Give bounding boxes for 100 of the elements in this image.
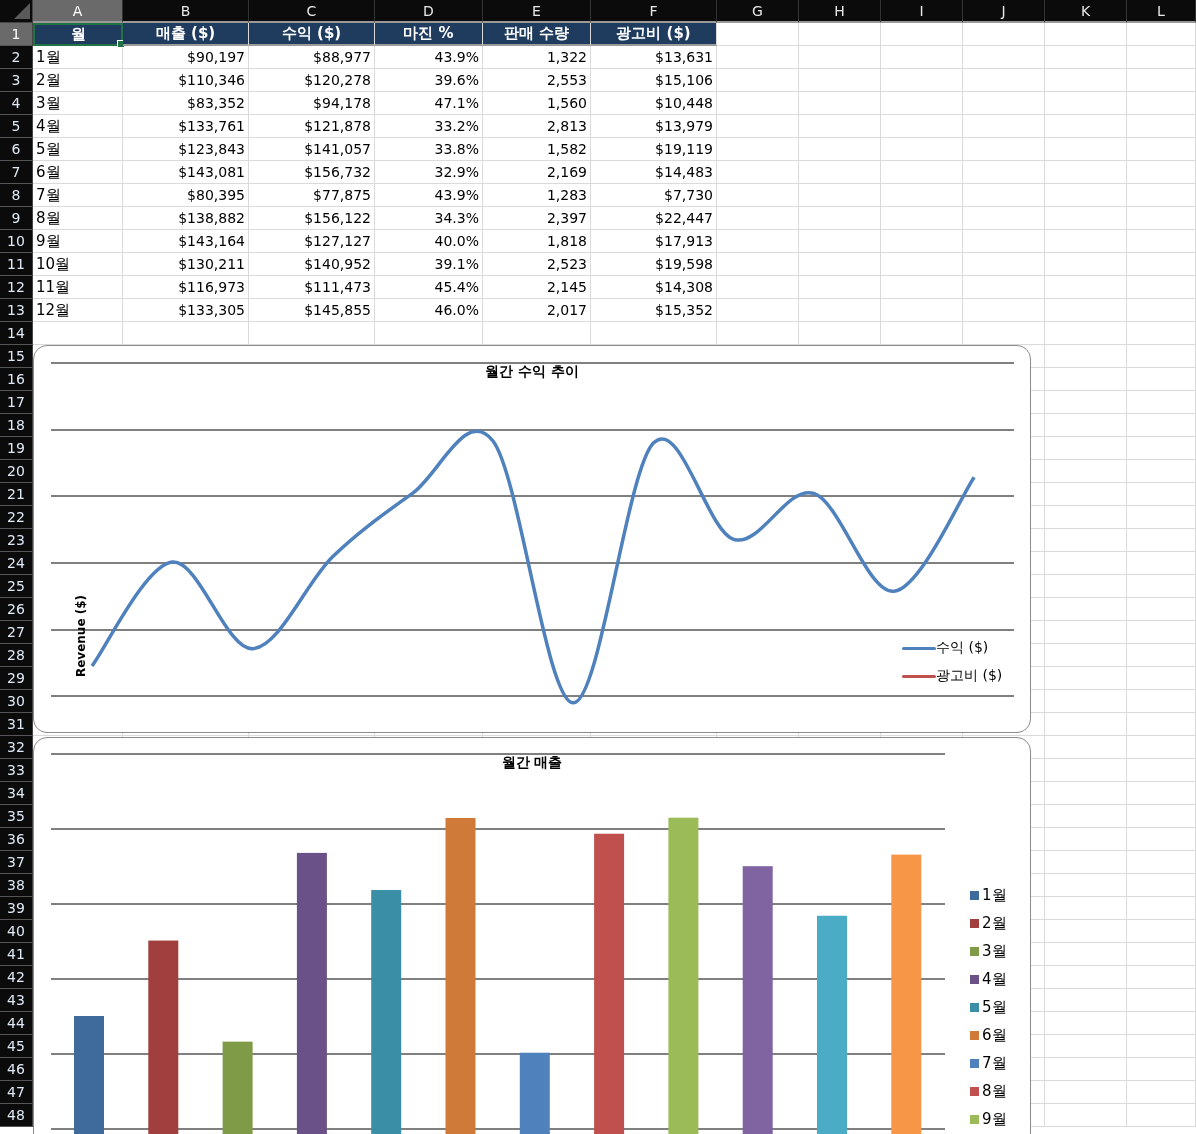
row-header[interactable]: 43 <box>0 989 33 1012</box>
axis-title: Revenue ($) <box>74 594 89 678</box>
legend-label: 9월 <box>982 1109 1007 1129</box>
row-header[interactable]: 17 <box>0 391 33 414</box>
column-header[interactable]: J <box>963 0 1045 23</box>
table-cell: 6월 <box>33 161 123 184</box>
column-header[interactable]: E <box>483 0 591 23</box>
header-cell[interactable]: 광고비 ($) <box>591 23 717 46</box>
row-header[interactable]: 33 <box>0 759 33 782</box>
row-header[interactable]: 27 <box>0 621 33 644</box>
table-cell: $83,352 <box>123 92 249 115</box>
row-header[interactable]: 3 <box>0 69 33 92</box>
legend-label: 1월 <box>982 885 1007 905</box>
row-header[interactable]: 36 <box>0 828 33 851</box>
legend-label: 수익 ($) <box>936 639 989 657</box>
table-cell: $10,448 <box>591 92 717 115</box>
row-header[interactable]: 12 <box>0 276 33 299</box>
table-cell: 12월 <box>33 299 123 322</box>
column-header[interactable]: L <box>1127 0 1196 23</box>
row-header[interactable]: 48 <box>0 1104 33 1127</box>
column-header[interactable]: H <box>799 0 881 23</box>
row-header[interactable]: 19 <box>0 437 33 460</box>
table-cell: $80,395 <box>123 184 249 207</box>
row-header[interactable]: 13 <box>0 299 33 322</box>
table-cell: 3월 <box>33 92 123 115</box>
table-cell: 10월 <box>33 253 123 276</box>
table-cell: $130,211 <box>123 253 249 276</box>
row-header[interactable]: 32 <box>0 736 33 759</box>
column-header[interactable]: G <box>717 0 799 23</box>
row-header[interactable]: 44 <box>0 1012 33 1035</box>
table-cell: 11월 <box>33 276 123 299</box>
column-header[interactable]: B <box>123 0 249 23</box>
legend-label: 5월 <box>982 997 1007 1017</box>
row-header[interactable]: 25 <box>0 575 33 598</box>
row-header[interactable]: 8 <box>0 184 33 207</box>
column-header[interactable]: I <box>881 0 963 23</box>
table-cell: $133,761 <box>123 115 249 138</box>
row-header[interactable]: 37 <box>0 851 33 874</box>
table-cell: 33.8% <box>375 138 483 161</box>
row-header[interactable]: 38 <box>0 874 33 897</box>
table-cell: $145,855 <box>249 299 375 322</box>
header-cell[interactable]: 수익 ($) <box>249 23 375 46</box>
column-header[interactable]: A <box>33 0 123 23</box>
row-header[interactable]: 16 <box>0 368 33 391</box>
table-cell: $156,122 <box>249 207 375 230</box>
table-cell: $14,308 <box>591 276 717 299</box>
header-cell[interactable]: 마진 % <box>375 23 483 46</box>
row-header[interactable]: 14 <box>0 322 33 345</box>
row-header[interactable]: 23 <box>0 529 33 552</box>
row-header[interactable]: 7 <box>0 161 33 184</box>
row-header[interactable]: 26 <box>0 598 33 621</box>
row-header[interactable]: 29 <box>0 667 33 690</box>
row-header[interactable]: 28 <box>0 644 33 667</box>
column-header[interactable]: C <box>249 0 375 23</box>
row-header[interactable]: 5 <box>0 115 33 138</box>
row-header[interactable]: 18 <box>0 414 33 437</box>
header-cell[interactable]: 매출 ($) <box>123 23 249 46</box>
table-cell: $156,732 <box>249 161 375 184</box>
row-header[interactable]: 40 <box>0 920 33 943</box>
column-header[interactable]: D <box>375 0 483 23</box>
row-header[interactable]: 30 <box>0 690 33 713</box>
table-cell: 32.9% <box>375 161 483 184</box>
row-header[interactable]: 4 <box>0 92 33 115</box>
row-header[interactable]: 35 <box>0 805 33 828</box>
row-header[interactable]: 15 <box>0 345 33 368</box>
row-header[interactable]: 2 <box>0 46 33 69</box>
table-cell: $90,197 <box>123 46 249 69</box>
row-header[interactable]: 42 <box>0 966 33 989</box>
row-header[interactable]: 22 <box>0 506 33 529</box>
row-header[interactable]: 11 <box>0 253 33 276</box>
table-cell: 1,582 <box>483 138 591 161</box>
row-header[interactable]: 39 <box>0 897 33 920</box>
table-cell: $143,164 <box>123 230 249 253</box>
row-header[interactable]: 24 <box>0 552 33 575</box>
row-header[interactable]: 46 <box>0 1058 33 1081</box>
table-cell: 1,322 <box>483 46 591 69</box>
row-header[interactable]: 9 <box>0 207 33 230</box>
row-header[interactable]: 34 <box>0 782 33 805</box>
header-cell[interactable]: 월 <box>33 23 123 46</box>
table-cell: 8월 <box>33 207 123 230</box>
header-cell[interactable]: 판매 수량 <box>483 23 591 46</box>
select-all-icon[interactable] <box>14 3 30 19</box>
row-header[interactable]: 20 <box>0 460 33 483</box>
row-header[interactable]: 1 <box>0 23 33 46</box>
row-header[interactable]: 47 <box>0 1081 33 1104</box>
legend-label: 8월 <box>982 1081 1007 1101</box>
table-cell: 47.1% <box>375 92 483 115</box>
row-header[interactable]: 6 <box>0 138 33 161</box>
table-cell: 2,017 <box>483 299 591 322</box>
row-header[interactable]: 41 <box>0 943 33 966</box>
row-header[interactable]: 10 <box>0 230 33 253</box>
row-header[interactable]: 45 <box>0 1035 33 1058</box>
row-header[interactable]: 21 <box>0 483 33 506</box>
table-cell: $14,483 <box>591 161 717 184</box>
column-header[interactable]: F <box>591 0 717 23</box>
table-cell: 1,560 <box>483 92 591 115</box>
table-cell: 2월 <box>33 69 123 92</box>
row-header[interactable]: 31 <box>0 713 33 736</box>
column-header[interactable]: K <box>1045 0 1127 23</box>
table-cell: $111,473 <box>249 276 375 299</box>
